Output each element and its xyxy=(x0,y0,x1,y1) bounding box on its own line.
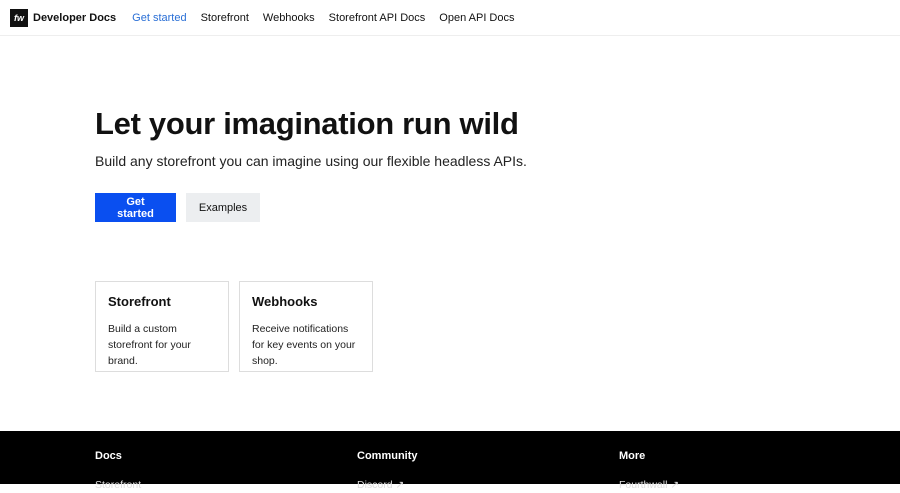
footer-col-more: More Fourthwall ↗ xyxy=(619,450,679,493)
card-list: Storefront Build a custom storefront for… xyxy=(95,281,373,372)
hero-subtitle: Build any storefront you can imagine usi… xyxy=(95,153,527,169)
nav-webhooks[interactable]: Webhooks xyxy=(263,12,315,24)
nav-storefront[interactable]: Storefront xyxy=(201,12,249,24)
examples-button[interactable]: Examples xyxy=(186,193,260,222)
brand-name[interactable]: Developer Docs xyxy=(33,12,116,24)
nav-get-started[interactable]: Get started xyxy=(132,12,186,24)
footer-link-storefront[interactable]: Storefront xyxy=(95,479,141,491)
footer-link-fourthwall[interactable]: Fourthwall ↗ xyxy=(619,479,679,491)
webhooks-card[interactable]: Webhooks Receive notifications for key e… xyxy=(239,281,373,372)
get-started-button[interactable]: Get started xyxy=(95,193,176,222)
footer: Docs Storefront Community Discord ↗ More… xyxy=(0,431,900,491)
card-text: Receive notifications for key events on … xyxy=(252,323,356,367)
storefront-card[interactable]: Storefront Build a custom storefront for… xyxy=(95,281,229,372)
hero-actions: Get started Examples xyxy=(95,193,260,222)
footer-link-discord[interactable]: Discord ↗ xyxy=(357,479,404,491)
footer-col-docs: Docs Storefront xyxy=(95,450,141,493)
footer-heading: Docs xyxy=(95,450,122,462)
footer-heading: Community xyxy=(357,450,418,462)
footer-heading: More xyxy=(619,450,646,462)
card-text: Build a custom storefront for your brand… xyxy=(108,323,191,367)
top-nav: fw Developer Docs Get started Storefront… xyxy=(0,0,900,36)
page-title: Let your imagination run wild xyxy=(95,106,519,141)
card-title: Storefront xyxy=(108,294,171,309)
footer-col-community: Community Discord ↗ xyxy=(357,450,418,493)
logo[interactable]: fw xyxy=(10,8,28,27)
nav-open-api-docs[interactable]: Open API Docs xyxy=(439,12,514,24)
nav-storefront-api-docs[interactable]: Storefront API Docs xyxy=(329,12,426,24)
card-title: Webhooks xyxy=(252,294,318,309)
